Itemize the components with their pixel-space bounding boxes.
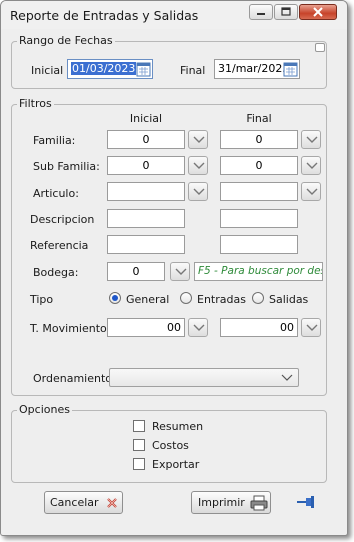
familia-final-input[interactable]: 0: [220, 130, 298, 149]
costos-label[interactable]: Costos: [152, 439, 189, 452]
articulo-final-dropdown[interactable]: [301, 182, 321, 201]
tipo-salidas-radio[interactable]: [252, 292, 264, 304]
subfamilia-final-input[interactable]: 0: [220, 156, 298, 175]
articulo-label: Articulo:: [33, 187, 79, 200]
fecha-final-value: 31/mar/2023: [218, 62, 290, 75]
movimiento-final-dropdown[interactable]: [301, 318, 321, 337]
costos-checkbox[interactable]: [133, 439, 145, 451]
exportar-checkbox[interactable]: [133, 458, 145, 470]
familia-label: Familia:: [33, 134, 76, 147]
resumen-checkbox[interactable]: [133, 420, 145, 432]
movimiento-inicial-dropdown[interactable]: [188, 318, 208, 337]
title-bar: Reporte de Entradas y Salidas: [1, 1, 347, 29]
bodega-dropdown[interactable]: [170, 262, 190, 281]
tipo-label: Tipo: [30, 293, 54, 306]
descripcion-final-input[interactable]: [220, 209, 298, 228]
maximize-button[interactable]: [274, 4, 298, 20]
tipo-general-radio[interactable]: [109, 292, 121, 304]
chevron-down-icon: [306, 188, 318, 195]
tipo-general-label[interactable]: General: [126, 293, 169, 306]
ordenamiento-select[interactable]: [109, 368, 299, 387]
articulo-inicial-input[interactable]: [107, 182, 185, 201]
tipo-entradas-radio[interactable]: [180, 292, 192, 304]
print-button[interactable]: Imprimir: [191, 491, 271, 514]
calendar-icon[interactable]: [283, 61, 298, 77]
cancel-button[interactable]: Cancelar: [44, 491, 123, 514]
familia-inicial-input[interactable]: 0: [107, 130, 185, 149]
close-window-button[interactable]: [299, 4, 337, 20]
referencia-label: Referencia: [30, 239, 89, 252]
familia-final-dropdown[interactable]: [301, 130, 321, 149]
column-header-inicial: Inicial: [129, 112, 163, 125]
cancel-button-label: Cancelar: [50, 496, 99, 509]
tipo-salidas-label[interactable]: Salidas: [269, 293, 308, 306]
chevron-down-icon: [306, 162, 318, 169]
close-icon: [107, 498, 117, 508]
chevron-down-icon: [193, 136, 205, 143]
chevron-down-icon: [306, 136, 318, 143]
articulo-inicial-dropdown[interactable]: [188, 182, 208, 201]
chevron-down-icon: [175, 268, 187, 275]
close-icon: [313, 7, 323, 17]
resumen-label[interactable]: Resumen: [152, 420, 203, 433]
descripcion-inicial-input[interactable]: [107, 209, 185, 228]
articulo-final-input[interactable]: [220, 182, 298, 201]
fecha-final-label: Final: [180, 64, 206, 77]
movimiento-inicial-input[interactable]: 00: [107, 318, 185, 337]
bodega-label: Bodega:: [33, 266, 79, 279]
subfamilia-label: Sub Familia:: [33, 160, 100, 173]
calendar-icon[interactable]: [136, 61, 151, 77]
fecha-final-input[interactable]: 31/mar/2023: [214, 59, 300, 79]
chevron-down-icon: [193, 188, 205, 195]
minimize-icon: [257, 13, 265, 15]
subfamilia-final-dropdown[interactable]: [301, 156, 321, 175]
maximize-icon: [281, 7, 291, 16]
subfamilia-inicial-input[interactable]: 0: [107, 156, 185, 175]
chevron-down-icon: [193, 324, 205, 331]
report-window: Reporte de Entradas y Salidas Rango de F…: [0, 0, 348, 536]
referencia-inicial-input[interactable]: [107, 235, 185, 254]
expand-icon[interactable]: [315, 43, 325, 52]
subfamilia-inicial-dropdown[interactable]: [188, 156, 208, 175]
tipo-entradas-label[interactable]: Entradas: [197, 293, 246, 306]
fecha-inicial-value: 01/03/2023: [71, 62, 137, 75]
date-range-legend: Rango de Fechas: [17, 34, 115, 47]
window-title: Reporte de Entradas y Salidas: [10, 8, 199, 23]
filters-legend: Filtros: [17, 97, 54, 110]
movimiento-label: T. Movimiento: [30, 322, 107, 335]
chevron-down-icon: [281, 374, 293, 381]
ordenamiento-label: Ordenamiento: [33, 372, 113, 385]
movimiento-final-input[interactable]: 00: [220, 318, 298, 337]
options-legend: Opciones: [17, 403, 72, 416]
familia-inicial-dropdown[interactable]: [188, 130, 208, 149]
descripcion-label: Descripcion: [30, 213, 95, 226]
minimize-button[interactable]: [249, 4, 273, 20]
fecha-inicial-input[interactable]: 01/03/2023: [67, 59, 153, 79]
referencia-final-input[interactable]: [220, 235, 298, 254]
fecha-inicial-label: Inicial: [31, 64, 64, 77]
chevron-down-icon: [306, 324, 318, 331]
column-header-final: Final: [246, 112, 272, 125]
printer-icon: [250, 495, 268, 511]
chevron-down-icon: [193, 162, 205, 169]
bodega-search-hint: F5 - Para buscar por desc: [194, 262, 323, 281]
exportar-label[interactable]: Exportar: [152, 458, 199, 471]
bodega-input[interactable]: 0: [107, 262, 165, 281]
print-button-label: Imprimir: [198, 496, 245, 509]
pin-icon[interactable]: [295, 495, 317, 509]
